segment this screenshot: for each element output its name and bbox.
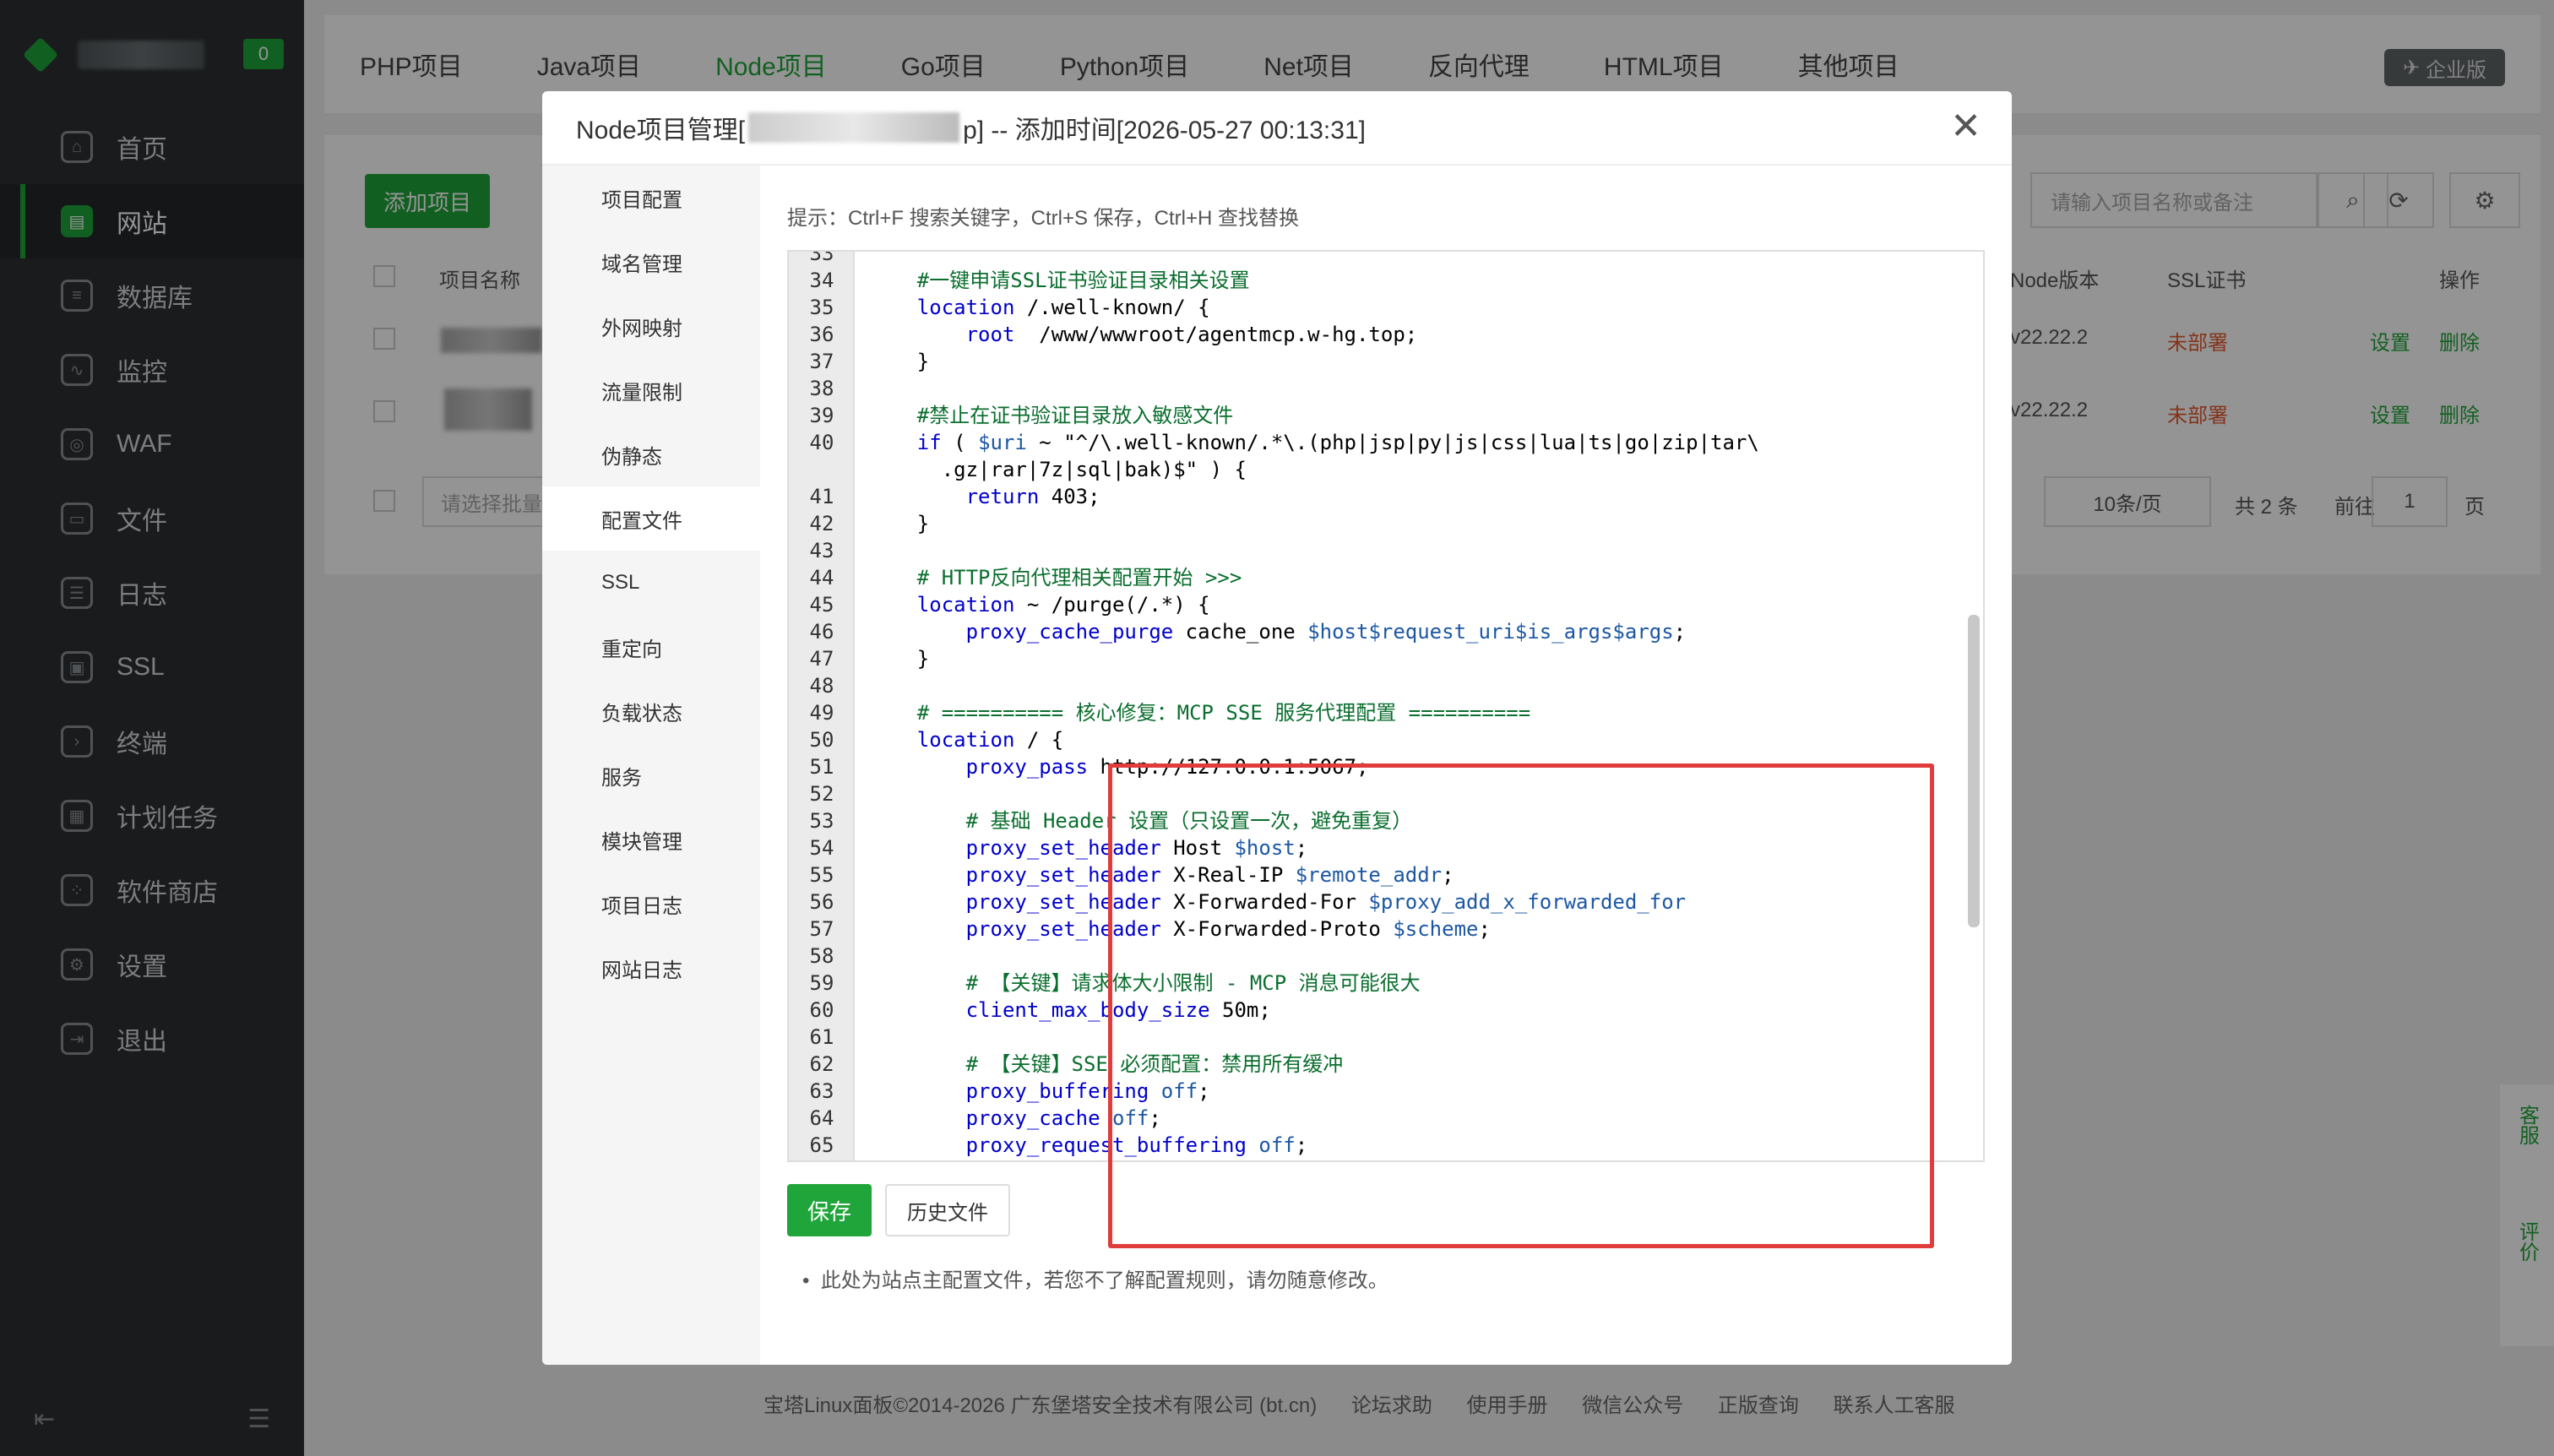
- line-text: [855, 252, 868, 267]
- project-name-redacted: [748, 112, 960, 143]
- code-line: 38: [789, 375, 1759, 402]
- code-line: 46 proxy_cache_purge cache_one $host$req…: [789, 618, 1759, 645]
- line-number: 38: [809, 377, 834, 400]
- line-number: 51: [809, 755, 834, 779]
- highlight-annotation-box: [1108, 763, 1934, 1248]
- code-line: 33: [789, 250, 1759, 267]
- code-line: 39 #禁止在证书验证目录放入敏感文件: [789, 402, 1759, 429]
- line-number: 41: [809, 485, 834, 508]
- line-text: [855, 375, 868, 402]
- modal-tab-0[interactable]: 项目配置: [542, 166, 760, 230]
- editor-hint: 提示：Ctrl+F 搜索关键字，Ctrl+S 保存，Ctrl+H 查找替换: [787, 207, 1300, 230]
- code-line: 49 # ========== 核心修复：MCP SSE 服务代理配置 ====…: [789, 699, 1759, 726]
- line-text: #禁止在证书验证目录放入敏感文件: [868, 404, 1234, 427]
- line-number: 54: [809, 836, 834, 860]
- modal-title: Node项目管理[ p] -- 添加时间[2026-05-27 00:13:31…: [542, 91, 2012, 166]
- line-number: 35: [809, 296, 834, 319]
- code-line: 47 }: [789, 645, 1759, 672]
- line-text: }: [868, 512, 930, 535]
- line-number: 36: [809, 323, 834, 346]
- code-line: 41 return 403;: [789, 483, 1759, 510]
- code-line: 45 location ~ /purge(/.*) {: [789, 591, 1759, 618]
- line-text: location /.well-known/ {: [916, 296, 1210, 319]
- line-text: if ( $uri ~ "^/\.well-known/.*\.(php|jsp…: [916, 431, 1759, 481]
- line-text: }: [868, 350, 930, 373]
- code-line: 35 location /.well-known/ {: [789, 294, 1759, 321]
- code-line: 40 if ( $uri ~ "^/\.well-known/.*\.(php|…: [789, 429, 1759, 483]
- line-number: 48: [809, 674, 834, 698]
- line-number: 58: [809, 944, 834, 968]
- config-warning-note: • 此处为站点主配置文件，若您不了解配置规则，请勿随意修改。: [802, 1269, 1388, 1292]
- line-number: 33: [809, 250, 834, 265]
- line-text: [855, 943, 868, 970]
- line-number: 44: [809, 566, 834, 589]
- line-text: [855, 1024, 868, 1051]
- line-number: 52: [809, 782, 834, 806]
- modal-tab-1[interactable]: 域名管理: [542, 230, 760, 294]
- code-line: 44 # HTTP反向代理相关配置开始 >>>: [789, 564, 1759, 591]
- line-number: 47: [809, 647, 834, 671]
- line-number: 34: [809, 269, 834, 292]
- save-button[interactable]: 保存: [787, 1184, 872, 1236]
- line-number: 49: [809, 701, 834, 725]
- modal-tab-2[interactable]: 外网映射: [542, 294, 760, 358]
- code-line: 48: [789, 672, 1759, 699]
- line-number: 61: [809, 1025, 834, 1049]
- line-text: root /www/wwwroot/agentmcp.w-hg.top;: [965, 323, 1418, 346]
- line-number: 53: [809, 809, 834, 833]
- line-number: 59: [809, 971, 834, 995]
- config-file-panel: 提示：Ctrl+F 搜索关键字，Ctrl+S 保存，Ctrl+H 查找替换 33…: [760, 166, 2012, 1365]
- code-line: 50 location / {: [789, 726, 1759, 753]
- code-line: 42 }: [789, 510, 1759, 537]
- code-line: 43: [789, 537, 1759, 564]
- line-number: 50: [809, 728, 834, 752]
- modal-tab-6[interactable]: SSL: [542, 551, 760, 615]
- code-line: 37 }: [789, 348, 1759, 375]
- line-number: 62: [809, 1052, 834, 1076]
- line-text: [855, 780, 868, 807]
- modal-tab-3[interactable]: 流量限制: [542, 358, 760, 422]
- code-line: 36 root /www/wwwroot/agentmcp.w-hg.top;: [789, 321, 1759, 348]
- line-number: 42: [809, 512, 834, 535]
- modal-tab-11[interactable]: 项目日志: [542, 872, 760, 936]
- line-number: 40: [809, 431, 834, 454]
- line-number: 46: [809, 620, 834, 644]
- line-number: 60: [809, 998, 834, 1022]
- history-file-button[interactable]: 历史文件: [885, 1184, 1010, 1236]
- line-number: 45: [809, 593, 834, 617]
- editor-scrollbar[interactable]: [1968, 615, 1980, 927]
- line-text: # ========== 核心修复：MCP SSE 服务代理配置 =======…: [868, 701, 1531, 725]
- line-number: 63: [809, 1079, 834, 1103]
- line-number: 57: [809, 917, 834, 941]
- line-text: proxy_cache_purge cache_one $host$reques…: [965, 620, 1687, 644]
- modal-tab-10[interactable]: 模块管理: [542, 807, 760, 872]
- line-text: return 403;: [965, 485, 1100, 508]
- modal-tab-7[interactable]: 重定向: [542, 615, 760, 679]
- line-text: location / {: [916, 728, 1064, 752]
- line-number: 65: [809, 1133, 834, 1157]
- line-number: 37: [809, 350, 834, 373]
- node-project-modal: Node项目管理[ p] -- 添加时间[2026-05-27 00:13:31…: [542, 91, 2012, 1365]
- line-number: 64: [809, 1106, 834, 1130]
- line-number: 56: [809, 890, 834, 914]
- line-text: #一键申请SSL证书验证目录相关设置: [868, 269, 1250, 292]
- line-number: 55: [809, 863, 834, 887]
- modal-tab-list: 项目配置 域名管理 外网映射 流量限制 伪静态 配置文件 SSL 重定向 负载状态 服务 模块管理项…: [542, 166, 760, 1365]
- line-text: [855, 672, 868, 699]
- line-number: 39: [809, 404, 834, 427]
- close-icon[interactable]: ✕: [1950, 108, 1981, 145]
- line-number: 43: [809, 539, 834, 562]
- line-text: location ~ /purge(/.*) {: [916, 593, 1210, 617]
- modal-tab-4[interactable]: 伪静态: [542, 422, 760, 486]
- modal-tab-8[interactable]: 负载状态: [542, 679, 760, 743]
- modal-tab-12[interactable]: 网站日志: [542, 936, 760, 1000]
- line-text: }: [868, 647, 930, 671]
- line-text: # HTTP反向代理相关配置开始 >>>: [868, 566, 1242, 589]
- modal-tab-9[interactable]: 服务: [542, 743, 760, 807]
- modal-tab-5[interactable]: 配置文件: [542, 486, 760, 551]
- code-line: 34 #一键申请SSL证书验证目录相关设置: [789, 267, 1759, 294]
- line-text: [855, 537, 868, 564]
